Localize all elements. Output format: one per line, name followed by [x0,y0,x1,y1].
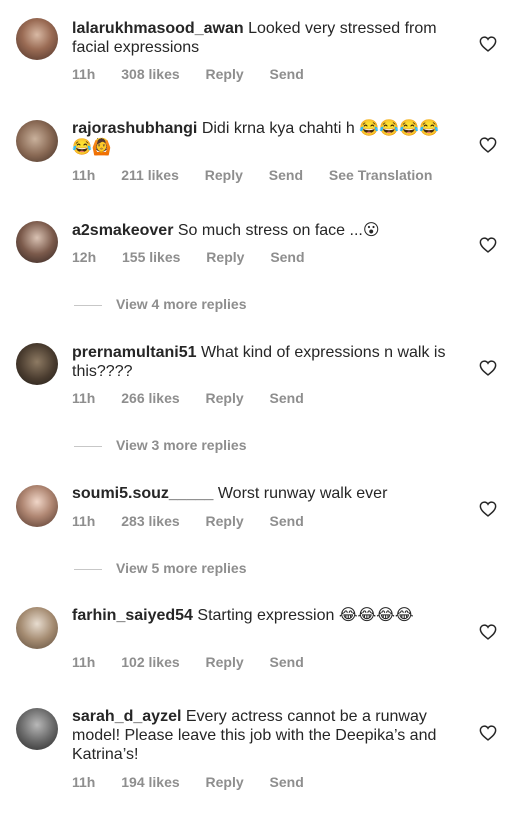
comment-username[interactable]: a2smakeover [72,222,173,239]
avatar[interactable] [16,607,58,649]
avatar[interactable] [16,343,58,385]
comment-time: 11h [72,167,96,183]
comment-username[interactable]: soumi5.souz_____ [72,485,213,502]
comment-username[interactable]: lalarukhmasood_awan [72,20,244,37]
comment-text: Starting expression 😂😂😂😂 [197,607,414,624]
comment-time: 12h [72,249,97,265]
heart-outline-icon[interactable] [479,624,497,640]
replies-divider [74,304,102,306]
comment-likes[interactable]: 194 likes [121,774,179,790]
send-button[interactable]: Send [270,390,304,406]
avatar[interactable] [16,18,58,60]
comment-likes[interactable]: 266 likes [121,390,179,406]
view-more-replies-label: View 4 more replies [116,296,247,312]
heart-outline-icon[interactable] [479,137,497,153]
send-button[interactable]: Send [270,249,304,265]
replies-divider [74,445,102,447]
comment-time: 11h [72,654,96,670]
send-button[interactable]: Send [270,513,304,529]
comment-time: 11h [72,513,96,529]
comment-likes[interactable]: 211 likes [121,167,179,183]
view-more-replies-button[interactable]: View 5 more replies [74,560,246,576]
replies-divider [74,568,102,570]
comment-likes[interactable]: 102 likes [121,654,179,670]
heart-outline-icon[interactable] [479,501,497,517]
avatar[interactable] [16,708,58,750]
view-more-replies-label: View 5 more replies [116,560,247,576]
reply-button[interactable]: Reply [205,167,243,183]
comment-likes[interactable]: 308 likes [121,66,179,82]
comment-time: 11h [72,774,96,790]
heart-outline-icon[interactable] [479,237,497,253]
send-button[interactable]: Send [269,167,303,183]
see-translation-button[interactable]: See Translation [329,167,432,183]
reply-button[interactable]: Reply [206,774,244,790]
reply-button[interactable]: Reply [206,513,244,529]
comment-text: Worst runway walk ever [217,485,388,502]
reply-button[interactable]: Reply [206,654,244,670]
comment-text: So much stress on face ...😮 [177,222,380,239]
heart-outline-icon[interactable] [479,36,497,52]
avatar[interactable] [16,120,58,162]
heart-outline-icon[interactable] [479,725,497,741]
comment-time: 11h [72,390,96,406]
avatar[interactable] [16,221,58,263]
heart-outline-icon[interactable] [479,360,497,376]
avatar[interactable] [16,485,58,527]
comment-username[interactable]: prernamultani51 [72,344,196,361]
reply-button[interactable]: Reply [206,390,244,406]
view-more-replies-label: View 3 more replies [116,437,247,453]
comment-likes[interactable]: 283 likes [121,513,179,529]
view-more-replies-button[interactable]: View 3 more replies [74,437,246,453]
comment-username[interactable]: sarah_d_ayzel [72,708,181,725]
comment-likes[interactable]: 155 likes [122,249,180,265]
comment-username[interactable]: farhin_saiyed54 [72,607,193,624]
reply-button[interactable]: Reply [206,249,244,265]
comment-time: 11h [72,66,96,82]
send-button[interactable]: Send [270,66,304,82]
view-more-replies-button[interactable]: View 4 more replies [74,296,246,312]
reply-button[interactable]: Reply [206,66,244,82]
comment-username[interactable]: rajorashubhangi [72,120,197,137]
send-button[interactable]: Send [270,774,304,790]
send-button[interactable]: Send [270,654,304,670]
